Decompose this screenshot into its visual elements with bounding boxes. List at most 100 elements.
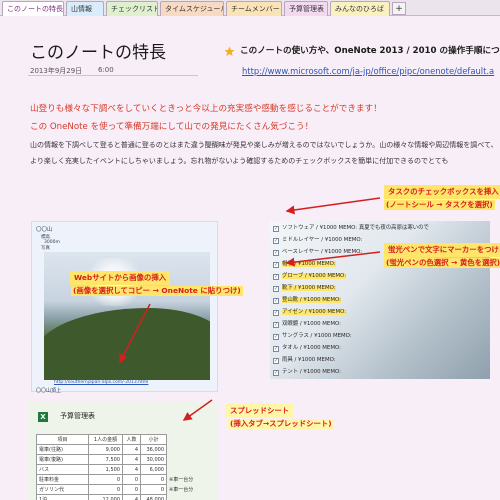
add-section-button[interactable]: +: [392, 2, 406, 15]
clip-caption: 〇〇山頂上: [36, 388, 62, 394]
task-checkbox[interactable]: ✓: [273, 250, 279, 256]
task-checkbox[interactable]: ✓: [273, 286, 279, 292]
tab-team-members[interactable]: チームメンバー: [226, 1, 282, 16]
cell-note: [167, 455, 196, 465]
task-checkbox[interactable]: ✓: [273, 346, 279, 352]
header-item: 項目: [36, 434, 89, 445]
cell-price[interactable]: 12,000: [88, 494, 123, 500]
checklist-item[interactable]: ✓ 帽子 / ¥1000 MEMO:: [273, 259, 336, 268]
cell-subtotal[interactable]: 0: [140, 484, 167, 495]
tab-plaza[interactable]: みんなのひろば: [330, 1, 390, 16]
task-checkbox[interactable]: ✓: [273, 322, 279, 328]
checklist-item[interactable]: ✓ サングラス / ¥1000 MEMO:: [273, 331, 352, 340]
checklist-item[interactable]: ✓ ミドルレイヤー / ¥1000 MEMO:: [273, 235, 362, 244]
tab-features[interactable]: このノートの特長: [2, 1, 64, 16]
callout-marker-sub-wrap: (蛍光ペンの色選択 → 黄色を選択): [380, 255, 500, 270]
cell-count[interactable]: 4: [122, 444, 141, 455]
cell-subtotal[interactable]: 48,000: [140, 494, 167, 500]
page-title[interactable]: このノートの特長: [30, 38, 166, 63]
checklist-item[interactable]: ✓ グローブ / ¥1000 MEMO:: [273, 271, 347, 280]
callout-spreadsheet-sub-wrap: (挿入タブ→スプレッドシート): [224, 416, 338, 431]
checklist-item[interactable]: ✓ ベースレイヤー / ¥1000 MEMO:: [273, 247, 362, 256]
callout-task-sub-wrap: (ノートシール → タスクを選択): [380, 197, 499, 212]
checklist-item-label: 双眼鏡 / ¥1000 MEMO:: [282, 321, 341, 327]
cell-item[interactable]: 電車(往路): [36, 444, 89, 455]
checklist-item[interactable]: ✓ アイゼン / ¥1000 MEMO:: [273, 307, 347, 316]
callout-spreadsheet-sub: (挿入タブ→スプレッドシート): [228, 419, 334, 429]
table-row: ガソリン代 0 0 0 ※車一台分: [36, 484, 196, 495]
section-tab-bar: このノートの特長 山情報 チェックリスト タイムスケジュール チームメンバー 予…: [0, 0, 500, 16]
table-row: 駐車料金 0 0 0 ※車一台分: [36, 474, 196, 485]
cell-note: [167, 445, 196, 455]
budget-table-body: 電車(往路) 9,000 4 36,000 電車(復路) 7,500 4 30,000 バス 1,…: [36, 444, 196, 500]
tab-checklist[interactable]: チェックリスト: [106, 1, 158, 16]
intro-line-1: 山登りも様々な下調べをしていくときっと今以上の充実感や感動を感じることができます…: [30, 104, 382, 114]
cell-subtotal[interactable]: 0: [140, 474, 167, 485]
sheet-title: 予算管理表: [60, 412, 95, 420]
table-header-row: 項目 1人の金額 人数 小計: [36, 434, 196, 445]
task-checkbox[interactable]: ✓: [273, 358, 279, 364]
cell-subtotal[interactable]: 6,000: [140, 464, 167, 475]
clip-source-link[interactable]: http://southernjapan-alps.com/-2013.html: [54, 380, 148, 385]
callout-web-image-sub-wrap: (画像を選択してコピー → OneNote に貼りつけ): [67, 283, 247, 298]
cell-count[interactable]: 4: [122, 454, 141, 465]
cell-price[interactable]: 0: [88, 474, 123, 485]
task-checkbox[interactable]: ✓: [273, 262, 279, 268]
budget-table[interactable]: 項目 1人の金額 人数 小計 電車(往路) 9,000 4 36,000 電車(復路) 7…: [36, 434, 196, 500]
task-checkbox[interactable]: ✓: [273, 334, 279, 340]
checklist-item-label: サングラス / ¥1000 MEMO:: [282, 333, 352, 339]
header-count: 人数: [122, 434, 141, 445]
cell-count[interactable]: 4: [122, 464, 141, 475]
task-checkbox[interactable]: ✓: [273, 370, 279, 376]
table-row: 電車(復路) 7,500 4 30,000: [36, 454, 196, 465]
page-time: 6:00: [98, 66, 114, 74]
cell-item[interactable]: 駐車料金: [36, 474, 89, 485]
task-checkbox[interactable]: ✓: [273, 298, 279, 304]
cell-price[interactable]: 9,000: [88, 444, 123, 455]
spreadsheet-container[interactable]: X 予算管理表 項目 1人の金額 人数 小計 電車(往路) 9,000 4 36,00…: [28, 402, 218, 500]
cell-item[interactable]: 電車(復路): [36, 454, 89, 465]
cell-count[interactable]: 0: [122, 484, 141, 495]
checklist-item[interactable]: ✓ テント / ¥1000 MEMO:: [273, 367, 341, 376]
cell-item[interactable]: 1泊: [36, 494, 89, 500]
body-line-1: 山の情報を下調べして登ると普通に登るのとはまた違う醍醐味が発見や楽しみが増えるの…: [30, 141, 498, 149]
table-row: バス 1,500 4 6,000: [36, 464, 196, 475]
checklist-item[interactable]: ✓ 雨具 / ¥1000 MEMO:: [273, 355, 336, 364]
cell-price[interactable]: 7,500: [88, 454, 123, 465]
task-checkbox[interactable]: ✓: [273, 310, 279, 316]
excel-icon: X: [38, 412, 48, 422]
title-divider: [28, 75, 198, 76]
cell-price[interactable]: 1,500: [88, 464, 123, 475]
cell-price[interactable]: 0: [88, 484, 123, 495]
checklist-item-label: タオル / ¥1000 MEMO:: [282, 345, 341, 351]
checklist-item-label: ベースレイヤー / ¥1000 MEMO:: [282, 249, 363, 255]
cell-count[interactable]: 4: [122, 494, 141, 500]
cell-subtotal[interactable]: 36,000: [140, 444, 167, 455]
intro-line-2: この OneNote を使って準備万端にして山での発見にたくさん気づこう！: [30, 122, 314, 132]
checklist-item[interactable]: ✓ ソフトウェア / ¥1000 MEMO: 真夏でも夜の高原は寒いので: [273, 223, 429, 232]
cell-subtotal[interactable]: 30,000: [140, 454, 167, 465]
tab-mountain-info[interactable]: 山情報: [66, 1, 104, 16]
checklist-item-label: グローブ / ¥1000 MEMO:: [282, 273, 347, 279]
cell-item[interactable]: バス: [36, 464, 89, 475]
cell-count[interactable]: 0: [122, 474, 141, 485]
task-checkbox[interactable]: ✓: [273, 238, 279, 244]
checklist-item[interactable]: ✓ 靴下 / ¥1000 MEMO:: [273, 283, 336, 292]
checklist-item[interactable]: ✓ 双眼鏡 / ¥1000 MEMO:: [273, 319, 341, 328]
header-subtotal: 小計: [140, 434, 167, 445]
task-checkbox[interactable]: ✓: [273, 226, 279, 232]
clip-heading: 〇〇山: [36, 227, 53, 233]
tab-budget[interactable]: 予算管理表: [284, 1, 328, 16]
checklist-item-label: 雨具 / ¥1000 MEMO:: [282, 357, 336, 363]
checklist-item-label: テント / ¥1000 MEMO:: [282, 369, 341, 375]
howto-link[interactable]: http://www.microsoft.com/ja-jp/office/pi…: [242, 66, 494, 76]
checklist-item[interactable]: ✓ 登山靴 / ¥1000 MEMO:: [273, 295, 341, 304]
tab-time-schedule[interactable]: タイムスケジュール: [160, 1, 224, 16]
cell-item[interactable]: ガソリン代: [36, 484, 89, 495]
cell-note: [167, 495, 196, 500]
body-line-2: より楽しく充実したイベントにしちゃいましょう。忘れ物がないよう確認するためのチェ…: [30, 157, 449, 165]
web-clip-container[interactable]: 〇〇山 標高 3000m 写真 http://southernjapan-alp…: [31, 221, 218, 394]
checklist-item-label: 帽子 / ¥1000 MEMO:: [282, 261, 336, 267]
task-checkbox[interactable]: ✓: [273, 274, 279, 280]
checklist-item[interactable]: ✓ タオル / ¥1000 MEMO:: [273, 343, 341, 352]
